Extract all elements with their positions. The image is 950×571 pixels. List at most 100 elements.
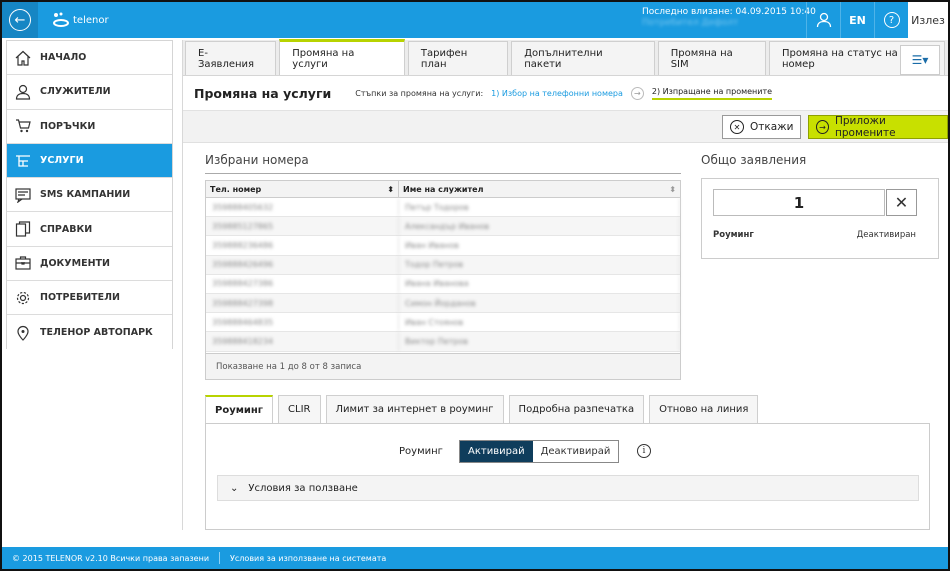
location-pin-icon [17,325,29,341]
name-cell: Симон Йорданов [399,293,680,313]
close-circle-icon: ✕ [730,120,744,134]
table-row[interactable]: 359888427398 Симон Йорданов [206,293,680,314]
sms-icon [15,188,31,203]
phone-cell: 359888427398 [206,293,399,313]
clear-summary-button[interactable]: ✕ [886,189,917,216]
sidebar-item-label: ТЕЛЕНОР АВТОПАРК [40,327,153,339]
summary-title: Общо заявления [701,153,807,167]
tab-change-sim[interactable]: Промяна на SIM [657,41,766,75]
copyright-text: © 2015 TELENOR v2.10 Всички права запазе… [12,553,210,563]
tab-tariff-plan[interactable]: Тарифен план [407,41,509,75]
name-cell: Ивана Иванова [399,274,680,293]
name-cell: Александър Иванов [399,217,680,236]
apply-label: Приложи промените [834,115,896,139]
back-button[interactable]: ← [2,2,38,38]
list-menu-icon: ☰▾ [911,53,929,67]
table-header: Тел. номер ⬍ Име на служител ⬍ [206,181,680,198]
tabs-menu-button[interactable]: ☰▾ [900,45,940,75]
table-row[interactable]: 359888418234 Виктор Петров [206,332,680,352]
main-content: Е-Заявления Промяна на услуги Тарифен пл… [182,39,948,530]
phone-cell: 359888464835 [206,313,399,332]
table-row[interactable]: 359888426496 Тодор Петров [206,255,680,275]
summary-box: 1 ✕ Роуминг Деактивиран [701,178,939,259]
deactivate-button[interactable]: Деактивирай [533,441,619,462]
column-header-label: Тел. номер [210,184,262,194]
name-cell: Виктор Петров [399,332,680,351]
table-row[interactable]: 359888427386 Ивана Иванова [206,274,680,294]
tab-back-online[interactable]: Отново на линия [649,395,759,423]
table-footer-info: Показване на 1 до 8 от 8 записа [206,353,680,379]
exit-button[interactable]: Излез [908,2,948,38]
sidebar-item-label: ПОРЪЧКИ [40,120,96,132]
last-login: Последно влизане: 04.09.2015 10:40 Потре… [642,7,816,29]
phone-cell: 359888418234 [206,332,399,351]
tab-additional-packages[interactable]: Допълнителни пакети [511,41,655,75]
sidebar-item-home[interactable]: НАЧАЛО [7,41,172,76]
sidebar-item-documents[interactable]: ДОКУМЕНТИ [7,246,172,282]
phone-cell: 359885127865 [206,217,399,236]
table-row[interactable]: 359888464835 Иван Стоянов [206,313,680,333]
sidebar-item-employees[interactable]: СЛУЖИТЕЛИ [7,75,172,110]
roaming-label: Роуминг [399,446,443,457]
language-button[interactable]: EN [840,2,874,38]
sidebar-item-users[interactable]: ПОТРЕБИТЕЛИ [7,281,172,316]
name-cell: Тодор Петров [399,255,680,274]
column-phone-header[interactable]: Тел. номер ⬍ [206,181,399,197]
telenor-logo[interactable]: telenor [50,12,109,28]
sidebar-item-label: УСЛУГИ [40,155,84,167]
home-icon [15,50,31,66]
steps-label: Стъпки за промяна на услуги: [355,88,484,98]
selected-numbers-title: Избрани номера [205,153,681,174]
tab-change-services[interactable]: Промяна на услуги [279,39,405,75]
info-icon[interactable]: i [637,444,651,458]
roaming-panel: Роуминг Активирай Деактивирай i ⌄ Услови… [205,423,930,530]
tab-roaming-internet-limit[interactable]: Лимит за интернет в роуминг [325,395,504,423]
tab-e-requests[interactable]: Е-Заявления [185,41,277,75]
name-cell: Петър Тодоров [399,198,680,217]
profile-button[interactable] [806,2,840,38]
selected-numbers-table: Тел. номер ⬍ Име на служител ⬍ 35988840563… [205,180,681,380]
sidebar-item-label: ДОКУМЕНТИ [40,257,110,269]
page-title: Промяна на услуги [194,85,332,101]
terms-label: Условия за ползване [248,482,358,494]
tab-clir[interactable]: CLIR [278,395,321,423]
sidebar-item-reports[interactable]: СПРАВКИ [7,212,172,247]
column-name-header[interactable]: Име на служител ⬍ [399,181,680,197]
sidebar: НАЧАЛО СЛУЖИТЕЛИ ПОРЪЧКИ УСЛУГИ SMS КАМП… [6,40,173,350]
sidebar-item-label: SMS КАМПАНИИ [40,189,131,201]
arrow-right-icon: → [630,86,644,100]
action-bar: ✕ Откажи → Приложи промените [183,111,948,143]
table-row[interactable]: 359888236486 Иван Иванов [206,236,680,256]
tab-detailed-bill[interactable]: Подробна разпечатка [508,395,645,423]
tab-roaming[interactable]: Роуминг [205,395,274,423]
footer: © 2015 TELENOR v2.10 Всички права запазе… [2,547,948,569]
step-1-link[interactable]: 1) Избор на телефонни номера [491,89,623,98]
help-button[interactable]: ? [874,2,908,38]
sidebar-item-label: ПОТРЕБИТЕЛИ [40,292,120,304]
briefcase-icon [15,256,31,271]
sidebar-item-fleet[interactable]: ТЕЛЕНОР АВТОПАРК [7,315,172,350]
footer-divider [219,552,221,564]
arrow-right-circle-icon: → [816,120,829,134]
table-row[interactable]: 359885127865 Александър Иванов [206,217,680,237]
arrow-left-icon: ← [9,9,31,31]
help-icon: ? [883,12,900,28]
terms-of-use-link[interactable]: Условия за използване на системата [230,554,386,563]
terms-accordion[interactable]: ⌄ Условия за ползване [217,475,919,501]
apply-changes-button[interactable]: → Приложи промените [808,115,948,139]
sidebar-item-sms[interactable]: SMS КАМПАНИИ [7,178,172,213]
telenor-logo-icon [53,12,69,27]
phone-cell: 359888405632 [206,198,399,217]
table-row[interactable]: 359888405632 Петър Тодоров [206,198,680,218]
service-tabs: Е-Заявления Промяна на услуги Тарифен пл… [183,39,948,76]
logo-text: telenor [73,14,109,26]
cart-icon [16,119,31,133]
sidebar-item-orders[interactable]: ПОРЪЧКИ [7,109,172,144]
activate-button[interactable]: Активирай [460,441,533,462]
cancel-button[interactable]: ✕ Откажи [722,115,802,139]
sort-icon: ⬍ [669,184,676,194]
sidebar-item-label: СЛУЖИТЕЛИ [40,86,111,98]
roaming-toggle: Активирай Деактивирай [459,440,620,463]
user-icon [816,12,831,28]
sidebar-item-services[interactable]: УСЛУГИ [7,143,172,179]
